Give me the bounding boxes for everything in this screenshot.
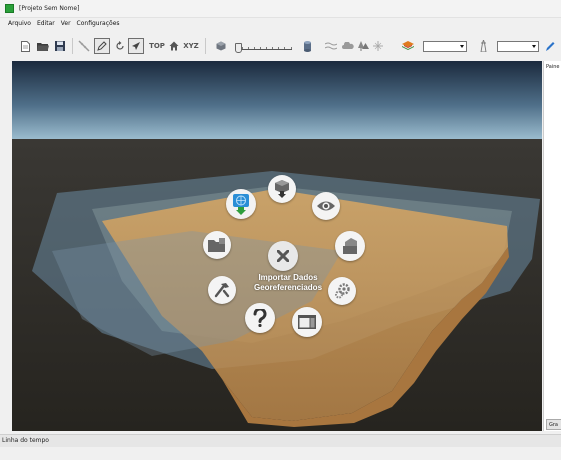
cloud-button[interactable] — [341, 33, 355, 59]
draw-button[interactable] — [544, 33, 556, 59]
edit-tool-button[interactable] — [94, 33, 110, 59]
title-bar: [Projeto Sem Nome] — [0, 0, 561, 18]
fly-button[interactable] — [128, 33, 144, 59]
terrain-layers-button[interactable] — [401, 33, 415, 59]
ruler-icon — [78, 40, 90, 52]
application-window: [Projeto Sem Nome] Arquivo Editar Ver Co… — [0, 0, 561, 460]
3d-viewport[interactable]: Importar Dados Georeferenciados — [12, 61, 542, 431]
open-file-button[interactable] — [36, 33, 49, 59]
panel-title: Paine — [546, 64, 560, 70]
tower-button[interactable] — [477, 33, 489, 59]
window-panel-icon — [298, 315, 316, 329]
open-project-button[interactable] — [203, 231, 231, 259]
window-title: [Projeto Sem Nome] — [19, 4, 80, 12]
airplane-icon — [132, 42, 140, 50]
panel-button[interactable]: Gra — [546, 419, 561, 430]
pencil-edit-icon — [97, 41, 107, 51]
menu-arquivo[interactable]: Arquivo — [8, 20, 31, 27]
water-button[interactable] — [324, 33, 338, 59]
new-file-icon — [20, 40, 30, 52]
chevron-down-icon — [460, 45, 464, 48]
toolbar: TOP XYZ — [0, 33, 561, 59]
visibility-button[interactable] — [312, 192, 340, 220]
help-button[interactable] — [245, 303, 275, 333]
time-slider[interactable] — [235, 42, 292, 53]
light-star-icon — [373, 41, 383, 51]
visibility-eye-icon — [317, 201, 335, 211]
menu-editar[interactable]: Editar — [37, 20, 55, 27]
measure-button[interactable] — [77, 33, 91, 59]
rotate-button[interactable] — [113, 33, 126, 59]
tower-icon — [480, 40, 486, 52]
window-button[interactable] — [292, 307, 322, 337]
center-label-line2: Georeferenciados — [253, 283, 323, 292]
side-panel: Paine Gra — [543, 61, 561, 431]
top-view-label: TOP — [149, 42, 165, 50]
help-question-icon — [253, 309, 267, 327]
trees-icon — [357, 41, 369, 51]
import-layer-icon — [343, 238, 357, 254]
import-model-icon — [275, 180, 289, 198]
radial-menu-center-label: Importar Dados Georeferenciados — [208, 273, 368, 293]
close-menu-button[interactable] — [268, 241, 298, 271]
home-icon — [169, 41, 179, 51]
slider-thumb[interactable] — [235, 43, 242, 53]
folder-open-icon — [36, 42, 49, 51]
import-model-button[interactable] — [268, 175, 296, 203]
tower-style-select[interactable] — [497, 41, 539, 52]
cube-icon — [216, 41, 226, 51]
timeline-bar: Linha do tempo — [0, 434, 561, 447]
close-x-icon — [277, 250, 289, 262]
cylinder-icon — [303, 40, 311, 52]
save-button[interactable] — [54, 33, 66, 59]
import-layer-button[interactable] — [335, 231, 365, 261]
blue-pen-icon — [546, 41, 555, 51]
new-file-button[interactable] — [19, 33, 31, 59]
app-icon — [5, 4, 14, 13]
menu-configuracoes[interactable]: Configurações — [77, 20, 120, 27]
toolbar-separator — [72, 38, 73, 54]
save-floppy-icon — [55, 41, 65, 51]
rotate-icon — [115, 41, 124, 50]
cylinder-button[interactable] — [302, 33, 312, 59]
terrain-layers-icon — [402, 41, 414, 50]
chevron-down-icon — [532, 45, 536, 48]
import-georef-icon — [233, 194, 249, 215]
menu-ver[interactable]: Ver — [61, 20, 71, 27]
xyz-button[interactable]: XYZ — [182, 33, 200, 59]
home-view-button[interactable] — [168, 33, 180, 59]
menu-bar: Arquivo Editar Ver Configurações — [0, 18, 561, 29]
object-button[interactable] — [215, 33, 227, 59]
xyz-label: XYZ — [183, 42, 199, 50]
vegetation-button[interactable] — [357, 33, 369, 59]
terrain-style-select[interactable] — [423, 41, 467, 52]
cloud-icon — [342, 42, 354, 49]
open-folder-icon — [208, 238, 225, 252]
light-button[interactable] — [372, 33, 384, 59]
sky — [12, 61, 542, 141]
toolbar-separator — [205, 38, 206, 54]
timeline-label: Linha do tempo — [2, 437, 49, 444]
water-waves-icon — [325, 42, 337, 50]
import-georeferenced-button[interactable] — [226, 189, 256, 219]
center-label-line1: Importar Dados — [258, 273, 318, 282]
top-view-button[interactable]: TOP — [148, 33, 166, 59]
